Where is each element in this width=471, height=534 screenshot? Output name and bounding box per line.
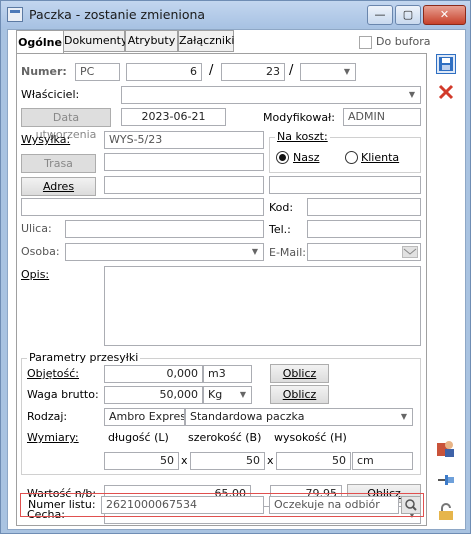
window-title: Paczka - zostanie zmieniona (29, 7, 206, 22)
general-tab-panel: Numer: PC 6 / 23 / ▼ Właściciel: ▼ Data … (16, 53, 427, 526)
kod-field[interactable] (307, 198, 421, 216)
numer-listu-label: Numer listu: (28, 498, 96, 511)
adres-name-field[interactable] (104, 176, 264, 194)
do-bufora-label: Do bufora (376, 35, 431, 48)
objetosc-unit: m3 (203, 365, 252, 383)
cancel-icon[interactable] (436, 82, 456, 102)
opis-label: Opis: (21, 268, 50, 281)
times-sign-2: x (267, 454, 274, 467)
chevron-down-icon: ▼ (239, 390, 247, 399)
window: Paczka - zostanie zmieniona — ▢ ✕ Dokume… (0, 0, 471, 534)
rodzaj-field[interactable]: Ambro Express (104, 408, 185, 426)
nasz-label: Nasz (293, 151, 320, 164)
times-sign-1: x (181, 454, 188, 467)
chevron-down-icon: ▼ (343, 67, 351, 76)
status-field: Oczekuje na odbiór (269, 496, 399, 514)
wysokosc-field[interactable]: 50 (276, 452, 351, 470)
tab-atrybuty[interactable]: Atrybuty (125, 30, 178, 52)
numer-prefix-field[interactable]: PC (75, 63, 120, 81)
modyfikowal-field: ADMIN (343, 108, 421, 126)
data-utworzenia-button[interactable]: Data utworzenia (21, 108, 111, 141)
lock-icon[interactable] (436, 502, 456, 522)
tab-dokumenty[interactable]: Dokumenty (63, 30, 127, 52)
szerokosc-field[interactable]: 50 (190, 452, 265, 470)
wymiary-unit: cm (352, 452, 413, 470)
na-koszt-label: Na koszt: (275, 130, 330, 143)
objetosc-label: Objętość: (27, 367, 79, 380)
data-utworzenia-field[interactable]: 2023-06-21 (121, 108, 226, 126)
contractor-icon[interactable] (436, 438, 456, 458)
osoba-label: Osoba: (21, 245, 60, 258)
adres-name-field-2[interactable] (269, 176, 421, 194)
dialog-body: Dokumenty Atrybuty Załączniki Ogólne Do … (7, 29, 466, 530)
numer-year-field[interactable]: 23 (221, 63, 285, 81)
osoba-select[interactable]: ▼ (65, 243, 264, 261)
klienta-radio[interactable] (345, 151, 358, 164)
pin-icon[interactable] (436, 470, 456, 490)
envelope-icon[interactable] (402, 246, 418, 258)
rodzaj-label: Rodzaj: (27, 410, 68, 423)
rodzaj-type-select[interactable]: Standardowa paczka ▼ (185, 408, 413, 426)
do-bufora-checkbox[interactable] (359, 36, 372, 49)
tel-label: Tel.: (269, 223, 291, 236)
trasa-button[interactable]: Trasa (21, 154, 96, 173)
numer-separator-2: / (289, 63, 294, 78)
modyfikowal-label: Modyfikował: (263, 111, 335, 124)
waga-field[interactable]: 50,000 (104, 386, 203, 404)
numer-separator: / (209, 63, 214, 78)
waga-unit-select[interactable]: Kg ▼ (203, 386, 252, 404)
wlasciciel-label: Właściciel: (21, 88, 80, 101)
email-field[interactable] (307, 243, 421, 261)
save-icon[interactable] (436, 54, 456, 74)
wlasciciel-select[interactable]: ▼ (121, 86, 421, 104)
close-button[interactable]: ✕ (423, 5, 466, 25)
dlugosc-label: długość (L) (108, 431, 169, 444)
szerokosc-label: szerokość (B) (188, 431, 262, 444)
numer-label: Numer: (21, 65, 67, 78)
objetosc-field[interactable]: 0,000 (104, 365, 203, 383)
kod-label: Kod: (269, 201, 294, 214)
tab-zalaczniki[interactable]: Załączniki (178, 30, 234, 52)
chevron-down-icon: ▼ (251, 247, 259, 256)
wymiary-label: Wymiary: (27, 431, 79, 444)
tab-ogolne[interactable]: Ogólne (16, 30, 64, 54)
adres-button[interactable]: Adres (21, 177, 96, 196)
maximize-button[interactable]: ▢ (395, 5, 421, 25)
ulica-label: Ulica: (21, 222, 52, 235)
opis-textarea[interactable] (104, 266, 421, 346)
numer-suffix-select[interactable]: ▼ (300, 63, 356, 81)
oblicz-objetosc-button[interactable]: Oblicz (270, 364, 329, 383)
ulica-field[interactable] (65, 220, 264, 238)
wysokosc-label: wysokość (H) (274, 431, 347, 444)
oblicz-waga-button[interactable]: Oblicz (270, 385, 329, 404)
email-label: E-Mail: (269, 246, 306, 259)
trasa-field[interactable] (104, 153, 264, 171)
numer-listu-field[interactable]: 2621000067534 (101, 496, 264, 514)
search-icon[interactable] (401, 496, 421, 514)
wysylka-label: Wysyłka: (21, 133, 71, 146)
parametry-title: Parametry przesyłki (27, 351, 141, 364)
tel-field[interactable] (307, 220, 421, 238)
chevron-down-icon: ▼ (408, 90, 416, 99)
klienta-label: Klienta (361, 151, 400, 164)
app-icon (7, 7, 23, 22)
waga-label: Waga brutto: (27, 388, 99, 401)
numer-listu-box: Numer listu: 2621000067534 Oczekuje na o… (20, 493, 424, 517)
dlugosc-field[interactable]: 50 (104, 452, 179, 470)
numer-number-field[interactable]: 6 (126, 63, 202, 81)
adres-line-field[interactable] (21, 198, 264, 216)
chevron-down-icon: ▼ (400, 412, 408, 421)
minimize-button[interactable]: — (367, 5, 393, 25)
wysylka-field[interactable]: WYS-5/23 (104, 131, 264, 149)
title-bar: Paczka - zostanie zmieniona — ▢ ✕ (1, 1, 470, 28)
nasz-radio[interactable] (276, 151, 289, 164)
